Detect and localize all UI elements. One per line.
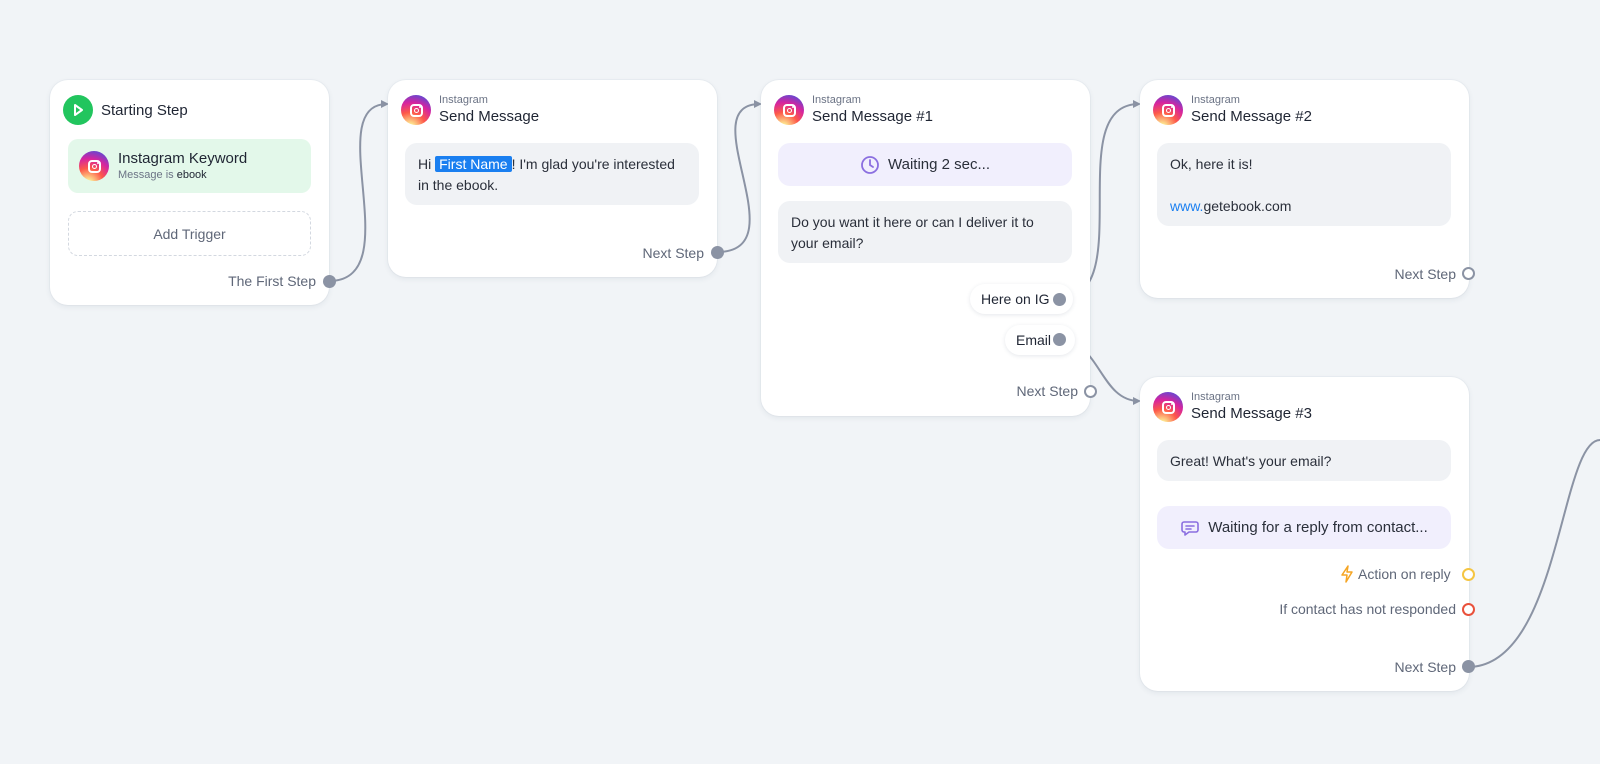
- starting-step-card[interactable]: Starting Step Instagram Keyword Message …: [50, 80, 329, 305]
- send-message-3-output-port[interactable]: [1462, 660, 1475, 673]
- trigger-title: Instagram Keyword: [118, 149, 248, 167]
- starting-step-header: Starting Step: [63, 95, 188, 125]
- message-bubble[interactable]: Do you want it here or can I deliver it …: [778, 201, 1072, 263]
- play-icon: [63, 95, 93, 125]
- the-first-step-label: The First Step: [228, 273, 316, 289]
- message-text: Great! What's your email?: [1170, 453, 1332, 469]
- lightning-icon: [1340, 565, 1354, 583]
- message-text: Do you want it here or can I deliver it …: [791, 214, 1034, 251]
- start-output-port[interactable]: [323, 275, 336, 288]
- reply-wait-block[interactable]: Waiting for a reply from contact...: [1157, 506, 1451, 549]
- instagram-icon: [79, 151, 109, 181]
- instagram-icon: [1153, 95, 1183, 125]
- link-prefix: www.: [1170, 198, 1204, 214]
- instagram-icon: [774, 95, 804, 125]
- wire-send3-next: [1467, 439, 1600, 668]
- trigger-desc-value: ebook: [176, 169, 207, 182]
- send-message-1-card[interactable]: Instagram Send Message #1 Waiting 2 sec.…: [761, 80, 1090, 416]
- send-message-2-title: Send Message #2: [1191, 107, 1312, 125]
- send-message-1-title: Send Message #1: [812, 107, 933, 125]
- message-text-pre: Hi: [418, 156, 432, 172]
- send-message-title: Send Message: [439, 107, 540, 125]
- message-bubble[interactable]: Hi First Name! I'm glad you're intereste…: [405, 143, 699, 205]
- instagram-icon: [1153, 392, 1183, 422]
- wire-send-to-send1: [716, 100, 762, 253]
- wait-block[interactable]: Waiting 2 sec...: [778, 143, 1072, 186]
- platform-label: Instagram: [439, 94, 488, 107]
- instagram-icon: [401, 95, 431, 125]
- send-message-output-port[interactable]: [711, 246, 724, 259]
- email-port[interactable]: [1053, 333, 1066, 346]
- send-message-1-next-step-label: Next Step: [1016, 383, 1078, 399]
- message-bubble[interactable]: Ok, here it is! www.getebook.com: [1157, 143, 1451, 226]
- wire-start-to-send: [328, 100, 389, 282]
- action-on-reply-label: Action on reply: [1358, 566, 1451, 582]
- send-message-3-header: Instagram Send Message #3: [1153, 392, 1312, 422]
- link-rest: getebook.com: [1203, 198, 1292, 214]
- wait-text: Waiting 2 sec...: [888, 156, 990, 173]
- starting-step-title: Starting Step: [101, 101, 188, 119]
- reply-wait-text: Waiting for a reply from contact...: [1208, 519, 1428, 536]
- message-bubble[interactable]: Great! What's your email?: [1157, 440, 1451, 481]
- add-trigger-button[interactable]: Add Trigger: [68, 211, 311, 256]
- action-on-reply-row: Action on reply: [1340, 565, 1451, 583]
- email-label: Email: [1016, 332, 1052, 348]
- send-message-2-header: Instagram Send Message #2: [1153, 95, 1312, 125]
- send-message-3-next-step-label: Next Step: [1394, 659, 1456, 675]
- add-trigger-label: Add Trigger: [153, 225, 226, 242]
- here-on-ig-label: Here on IG: [981, 291, 1050, 307]
- first-name-variable-tag: First Name: [435, 156, 512, 172]
- send-message-3-title: Send Message #3: [1191, 404, 1312, 422]
- chat-bubble-icon: [1180, 518, 1200, 538]
- clock-icon: [860, 155, 880, 175]
- send-message-2-output-port[interactable]: [1462, 267, 1475, 280]
- send-message-3-card[interactable]: Instagram Send Message #3 Great! What's …: [1140, 377, 1469, 691]
- not-responded-label: If contact has not responded: [1279, 601, 1456, 617]
- send-message-next-step-label: Next Step: [642, 245, 704, 261]
- platform-label: Instagram: [1191, 391, 1240, 404]
- action-on-reply-port[interactable]: [1462, 568, 1475, 581]
- send-message-header: Instagram Send Message: [401, 95, 539, 125]
- send-message-1-header: Instagram Send Message #1: [774, 95, 933, 125]
- not-responded-port[interactable]: [1462, 603, 1475, 616]
- platform-label: Instagram: [1191, 94, 1240, 107]
- here-on-ig-port[interactable]: [1053, 293, 1066, 306]
- send-message-1-output-port[interactable]: [1084, 385, 1097, 398]
- trigger-desc-prefix: Message is: [118, 169, 174, 182]
- instagram-keyword-trigger[interactable]: Instagram Keyword Message is ebook: [68, 139, 311, 193]
- send-message-2-next-step-label: Next Step: [1394, 266, 1456, 282]
- message-line-1: Ok, here it is!: [1170, 156, 1253, 172]
- platform-label: Instagram: [812, 94, 861, 107]
- ebook-link[interactable]: www.getebook.com: [1170, 196, 1438, 217]
